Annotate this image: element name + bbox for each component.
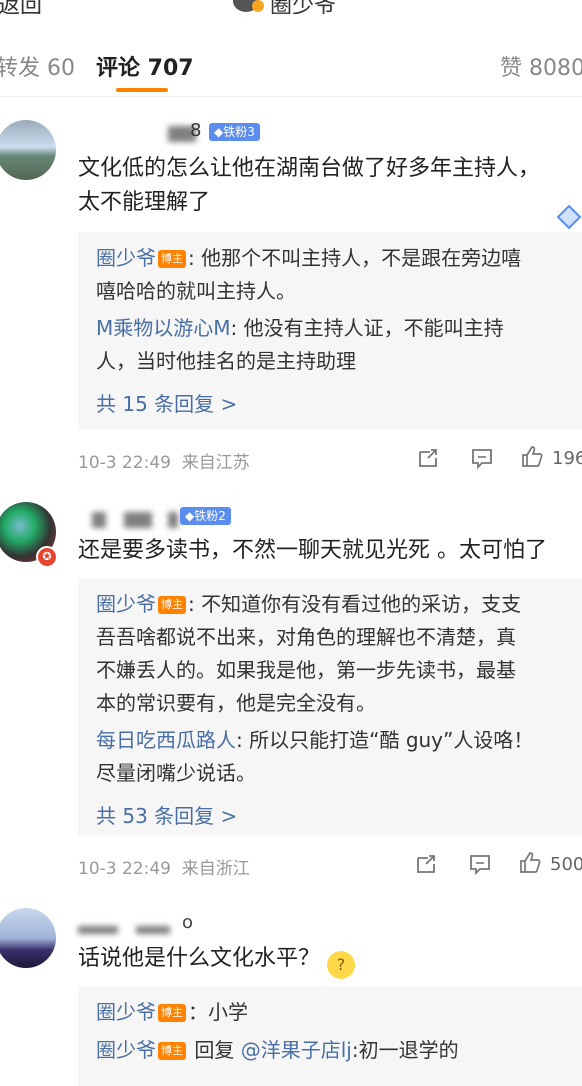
- like-icon[interactable]: [520, 445, 544, 469]
- comment-icon[interactable]: [470, 446, 494, 470]
- reply-preview-box[interactable]: 圈少爷 博主: 不知道你有没有看过他的采访，支支 吾吾啥都说不出来，对角色的理解也…: [78, 578, 582, 836]
- tab-likes[interactable]: 赞 8080: [500, 50, 582, 82]
- vip-icon: ✪: [36, 546, 58, 568]
- reply-item[interactable]: 圈少爷 博主 ：小学: [96, 996, 566, 1029]
- repost-icon[interactable]: [414, 852, 438, 876]
- fan-badge: ◆铁粉2: [180, 507, 231, 525]
- blogger-name[interactable]: 圈少爷: [270, 0, 336, 14]
- tab-bar: 转发 60 评论 707 赞 8080: [0, 36, 582, 97]
- comment-location: 来自浙江: [181, 859, 250, 879]
- comment-text: 话说他是什么文化水平？ ?: [78, 942, 578, 979]
- username-blurred: [78, 926, 118, 934]
- comment-item: ✪ ◆铁粉2 还是要多读书，不然一聊天就见光死 。太可怕了 圈少爷 博主: 不知道…: [0, 498, 582, 890]
- tab-repost[interactable]: 转发 60: [0, 50, 75, 82]
- reply-item[interactable]: M乘物以游心M: 他没有主持人证，不能叫主持 人，当时他挂名的是主持助理: [96, 312, 566, 378]
- view-replies-link[interactable]: 共 15 条回复 >: [96, 388, 237, 417]
- reply-author[interactable]: 圈少爷: [96, 592, 156, 616]
- reply-author[interactable]: 圈少爷: [96, 1000, 156, 1024]
- thinking-emoji-icon: ?: [327, 951, 356, 979]
- commenter-avatar[interactable]: [0, 120, 56, 180]
- username-blurred: [168, 512, 178, 528]
- comment-item: 8 ◆铁粉3 文化低的怎么让他在湖南台做了好多年主持人， 太不能理解了 圈少爷博…: [0, 110, 582, 482]
- diamond-icon: [556, 204, 582, 230]
- username-suffix: o: [182, 912, 194, 933]
- verified-icon: [252, 0, 264, 12]
- reply-author[interactable]: 每日吃西瓜路人: [96, 728, 236, 752]
- reply-item[interactable]: 圈少爷 博主: 他那个不叫主持人，不是跟在旁边嘻 嘻哈哈的就叫主持人。: [96, 242, 566, 308]
- top-bar: 返回 圈少爷: [0, 0, 582, 14]
- like-icon[interactable]: [518, 851, 542, 875]
- reply-item[interactable]: 圈少爷 博主: 不知道你有没有看过他的采访，支支 吾吾啥都说不出来，对角色的理解也…: [96, 588, 566, 720]
- username-blurred: [92, 512, 106, 528]
- username-blurred: [136, 926, 170, 934]
- comment-time: 10-3 22:49: [78, 453, 171, 473]
- reply-item[interactable]: 每日吃西瓜路人: 所以只能打造“酷 guy”人设咯！ 尽量闭嘴少说话。: [96, 724, 566, 790]
- comment-meta: 10-3 22:49 来自浙江: [78, 854, 250, 879]
- comment-icon[interactable]: [468, 852, 492, 876]
- comment-time: 10-3 22:49: [78, 859, 171, 879]
- commenter-avatar[interactable]: [0, 908, 56, 968]
- reply-author[interactable]: 圈少爷: [96, 1038, 156, 1062]
- comment-text: 文化低的怎么让他在湖南台做了好多年主持人， 太不能理解了: [78, 156, 541, 215]
- like-count: 500: [550, 854, 582, 875]
- fan-badge: ◆铁粉3: [209, 123, 260, 141]
- reply-author[interactable]: 圈少爷: [96, 246, 156, 270]
- blogger-badge: 博主: [158, 250, 186, 268]
- blogger-badge: 博主: [158, 1004, 186, 1022]
- reply-preview-box[interactable]: 圈少爷 博主 ：小学 圈少爷 博主 回复 @洋果子店lj:初一退学的: [78, 986, 582, 1086]
- reply-author[interactable]: M乘物以游心M: [96, 316, 231, 340]
- username-blurred: [124, 512, 152, 528]
- active-tab-indicator: [116, 88, 168, 92]
- blogger-badge: 博主: [158, 1042, 186, 1060]
- comment-item: o 话说他是什么文化水平？ ? 圈少爷 博主 ：小学 圈少爷 博主 回复 @洋果子店l…: [0, 904, 582, 1086]
- repost-icon[interactable]: [416, 446, 440, 470]
- reply-item[interactable]: 圈少爷 博主 回复 @洋果子店lj:初一退学的: [96, 1034, 566, 1067]
- back-button[interactable]: 返回: [0, 0, 42, 14]
- mention-link[interactable]: @洋果子店lj: [241, 1038, 352, 1062]
- comment-location: 来自江苏: [181, 453, 250, 473]
- blogger-badge: 博主: [158, 596, 186, 614]
- comment-text: 还是要多读书，不然一聊天就见光死 。太可怕了: [78, 538, 547, 563]
- like-count: 196: [552, 448, 582, 469]
- reply-preview-box[interactable]: 圈少爷 博主: 他那个不叫主持人，不是跟在旁边嘻 嘻哈哈的就叫主持人。 M乘物以游…: [78, 232, 582, 430]
- username-suffix: 8: [190, 120, 202, 141]
- comment-meta: 10-3 22:49 来自江苏: [78, 448, 250, 473]
- view-replies-link[interactable]: 共 53 条回复 >: [96, 800, 237, 829]
- tab-comments[interactable]: 评论 707: [96, 50, 194, 82]
